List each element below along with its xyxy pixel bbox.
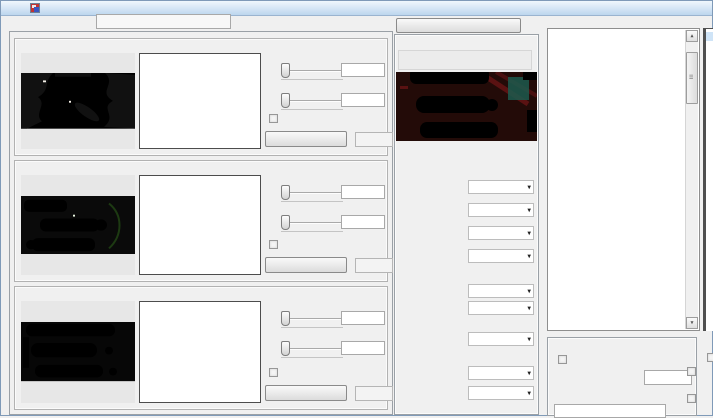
- hist-upper-line-b: [140, 302, 141, 402]
- upper-slider-b[interactable]: [281, 318, 343, 320]
- upper-slider-thumb[interactable]: [281, 63, 290, 78]
- filterrgb-window: { "window": { "title": "FilterRGB_3D" },…: [0, 0, 713, 416]
- chevron-down-icon: ▼: [527, 370, 531, 377]
- channels-panel: [9, 31, 393, 415]
- channel-panel-b: [14, 286, 388, 410]
- chevron-down-icon: ▼: [527, 305, 531, 312]
- sws-g-dropdown[interactable]: ▼: [468, 226, 534, 240]
- clipped-selected-row: [706, 32, 713, 41]
- chevron-down-icon: ▼: [527, 390, 531, 397]
- selected-part-image: [396, 72, 537, 141]
- padid-value-field[interactable]: [96, 14, 231, 29]
- selectedmode-dropdown[interactable]: ▼: [468, 284, 534, 298]
- chevron-down-icon: ▼: [527, 207, 531, 214]
- threshold-result-box-g: [355, 258, 393, 273]
- reverse-checkbox-g[interactable]: [269, 240, 278, 249]
- selected-part-empty-strip: [398, 50, 532, 70]
- channel-panel-g: [14, 160, 388, 282]
- selected-part-panel: ▼ ▼ ▼ ▼ ▼ ▼ ▼ ▼ ▼: [394, 34, 539, 415]
- chevron-down-icon: ▼: [527, 184, 531, 191]
- threshold-result-box-r: [355, 132, 393, 147]
- scroll-up-icon[interactable]: ▲: [686, 30, 698, 42]
- tree-scrollbar[interactable]: ▲ ▼: [685, 30, 698, 329]
- source-image-r: [21, 53, 135, 149]
- chevron-down-icon: ▼: [527, 230, 531, 237]
- lower-slider-thumb[interactable]: [281, 215, 290, 230]
- lower-value-input-b[interactable]: [341, 341, 385, 355]
- histogram-r: [139, 53, 261, 149]
- current-pad-alg-panel: [547, 337, 697, 416]
- padid-tree-items: [560, 34, 684, 329]
- scroll-down-icon[interactable]: ▼: [686, 317, 698, 329]
- lower-slider-b[interactable]: [281, 348, 343, 350]
- bridge-l-checkbox[interactable]: [687, 394, 696, 403]
- sws-r-dropdown[interactable]: ▼: [468, 203, 534, 217]
- chevron-down-icon: ▼: [527, 288, 531, 295]
- lower-value-input-r[interactable]: [341, 93, 385, 107]
- upper-value-input-r[interactable]: [341, 63, 385, 77]
- reverse-checkbox-r[interactable]: [269, 114, 278, 123]
- padid-tree[interactable]: ▲ ▼: [547, 28, 700, 331]
- source-image-g: [21, 175, 135, 275]
- threshold-button-b[interactable]: [265, 385, 347, 401]
- upper-slider-thumb[interactable]: [281, 311, 290, 326]
- reverse-checkbox-b[interactable]: [269, 368, 278, 377]
- histogram-bars-r: [141, 55, 259, 148]
- histogram-bars-b: [141, 303, 259, 402]
- lower-slider-thumb[interactable]: [281, 341, 290, 356]
- chevron-down-icon: ▼: [527, 336, 531, 343]
- sws-b-dropdown[interactable]: ▼: [468, 249, 534, 263]
- lower-slider-g[interactable]: [281, 222, 343, 224]
- mask-size-1-dropdown[interactable]: ▼: [468, 332, 534, 346]
- threshold-button-r[interactable]: [265, 131, 347, 147]
- histogram-g: [139, 175, 261, 275]
- silkexpsize-dropdown[interactable]: ▼: [468, 301, 534, 315]
- normalized-dropdown[interactable]: ▼: [468, 180, 534, 194]
- rgb-filter-checkbox[interactable]: [558, 355, 567, 364]
- upper-value-input-g[interactable]: [341, 185, 385, 199]
- histogram-b: [139, 301, 261, 403]
- source-image-b-graphic: [21, 322, 135, 381]
- clipped-right-panel: [703, 28, 713, 331]
- hist-upper-line-r: [140, 54, 141, 148]
- scrollbar-thumb[interactable]: [686, 52, 698, 104]
- histogram-bars-g: [141, 177, 259, 274]
- threshold-result-box-b: [355, 386, 393, 401]
- lower-slider-r[interactable]: [281, 100, 343, 102]
- threshold-button-g[interactable]: [265, 257, 347, 273]
- chevron-down-icon: ▼: [527, 253, 531, 260]
- lower-slider-thumb[interactable]: [281, 93, 290, 108]
- upper-slider-g[interactable]: [281, 192, 343, 194]
- source-image-r-graphic: [21, 73, 135, 129]
- channel-panel-r: [14, 38, 388, 156]
- upper-slider-thumb[interactable]: [281, 185, 290, 200]
- upper-value-input-b[interactable]: [341, 311, 385, 325]
- bridge-clipped-checkbox[interactable]: [707, 353, 713, 362]
- source-image-g-graphic: [21, 196, 135, 254]
- source-image-b: [21, 301, 135, 403]
- copy-rgb-setting-button[interactable]: [396, 18, 521, 33]
- lower-value-input-g[interactable]: [341, 215, 385, 229]
- selected-part-graphic: [396, 72, 537, 141]
- app-icon: [30, 3, 40, 13]
- mask-size-2-dropdown[interactable]: ▼: [468, 366, 534, 380]
- bridge-tl-checkbox[interactable]: [687, 367, 696, 376]
- hist-upper-line-g: [140, 176, 141, 274]
- bridge-delta-input[interactable]: [644, 370, 692, 385]
- elim-order-dropdown[interactable]: ▼: [468, 386, 534, 400]
- upper-slider-r[interactable]: [281, 70, 343, 72]
